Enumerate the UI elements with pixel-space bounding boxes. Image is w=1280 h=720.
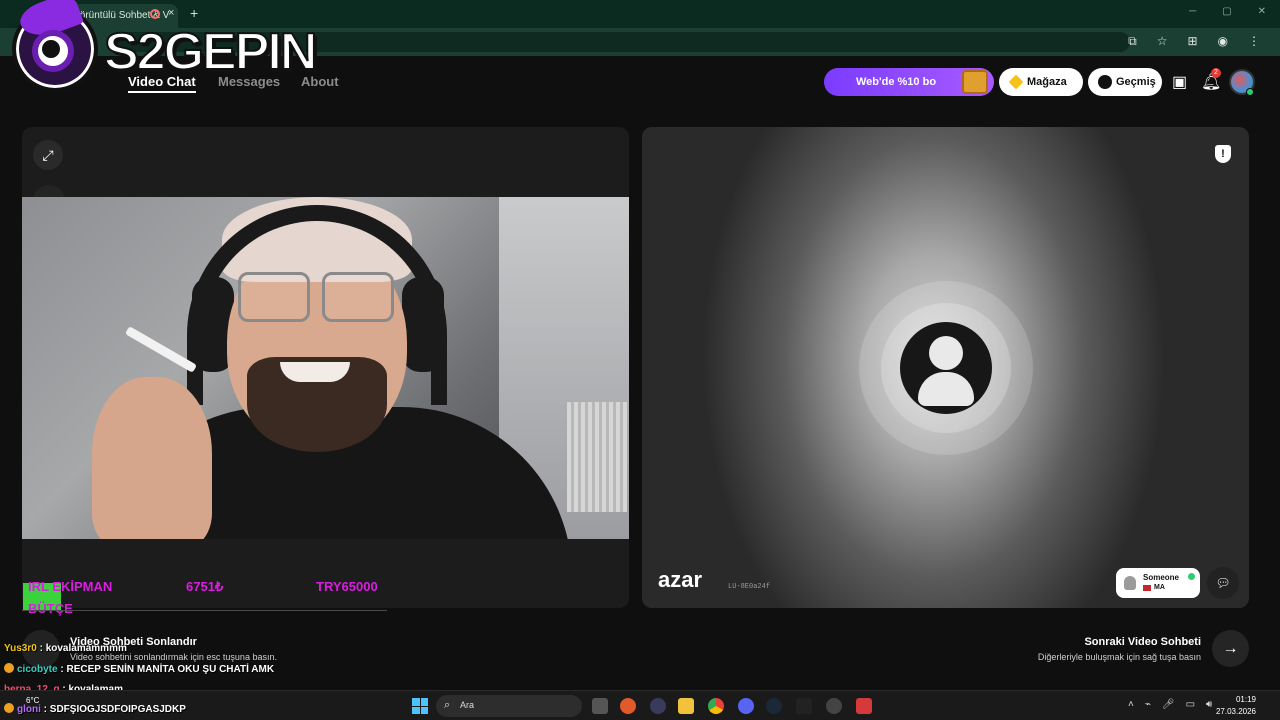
next-chat-title: Sonraki Video Sohbeti	[1084, 636, 1201, 648]
clock[interactable]: 01:19 27.03.2026	[1216, 694, 1256, 718]
azar-watermark: azar	[658, 567, 703, 592]
browser-toolbar: ⧉ ☆ ⊞ ◉ ⋮	[1128, 34, 1260, 49]
clock-time: 01:19	[1235, 695, 1256, 704]
chat-message: Yus3r0 : kovalamammmm	[4, 643, 127, 654]
person-body-shape	[918, 372, 974, 406]
person-head-shape	[929, 336, 963, 370]
promo-label: Web'de %10 bo	[856, 76, 937, 88]
history-button[interactable]: Geçmiş	[1088, 68, 1162, 96]
stranger-country: MA	[1154, 584, 1165, 591]
chrome-icon[interactable]	[708, 698, 724, 714]
app-icon[interactable]	[650, 698, 666, 714]
hud-target: TRY65000	[316, 579, 378, 594]
self-video-panel: ⤢ ✦ ☺	[22, 127, 629, 608]
task-view-icon[interactable]	[592, 698, 608, 714]
volume-icon[interactable]: 🔊︎	[1206, 699, 1212, 710]
display-icon[interactable]: ▭	[1186, 699, 1195, 710]
logo-pupil	[42, 40, 60, 58]
steam-icon[interactable]	[766, 698, 782, 714]
hud-label: IRL EKİPMAN	[28, 579, 113, 594]
next-chat-subtitle: Diğerleriyle buluşmak için sağ tuşa bası…	[1037, 652, 1201, 662]
minimize-icon[interactable]: ─	[1189, 6, 1196, 17]
chat-message: cicobyte : RECEP SENİN MANİTA OKU ŞU CHA…	[4, 663, 274, 675]
promo-banner[interactable]: Web'de %10 bo	[824, 68, 994, 96]
window-controls: ─ ▢ ✕	[1189, 6, 1266, 17]
taskbar: 6°C ⌕ Ara ˄ ⌁ 🎤︎ ▭ 🔊︎ 01:19 27.03.2026	[0, 690, 1280, 720]
search-placeholder: Ara	[460, 700, 475, 710]
stranger-info-card[interactable]: Someone MA	[1116, 568, 1200, 598]
maximize-icon[interactable]: ▢	[1222, 6, 1231, 17]
self-camera-feed	[22, 197, 629, 539]
store-label: Mağaza	[1027, 76, 1067, 88]
system-tray: ˄ ⌁ 🎤︎ ▭ 🔊︎	[1128, 699, 1212, 710]
chevron-up-icon[interactable]: ˄	[1128, 699, 1134, 710]
user-icon	[1124, 576, 1136, 590]
hud-label-2: BÜTÇE	[28, 601, 73, 616]
stranger-video-panel: ! azar LU-8E0a24f Someone MA 💬︎	[642, 127, 1249, 608]
file-explorer-icon[interactable]	[678, 698, 694, 714]
shield-icon[interactable]: !	[1215, 145, 1231, 163]
store-box-icon[interactable]: ▣	[1172, 72, 1187, 92]
online-status-dot	[1246, 88, 1254, 96]
chat-text: SDFŞIOGJSDFOIPGASJDKP	[49, 704, 186, 715]
notification-badge: 2	[1211, 68, 1221, 78]
app-icon[interactable]	[796, 698, 812, 714]
user-placeholder-icon	[900, 322, 992, 414]
glasses-lens-right	[322, 272, 394, 322]
bookmark-star-icon[interactable]: ☆	[1157, 34, 1168, 49]
new-tab-icon[interactable]: +	[190, 5, 198, 21]
chat-text: kovalamammmm	[45, 643, 127, 654]
chat-badge-icon	[4, 703, 14, 713]
glasses	[230, 272, 400, 327]
streamer-logo-text: S2GEPIN	[103, 22, 318, 82]
chat-text: RECEP SENİN MANİTA OKU ŞU CHATİ AMK	[66, 664, 275, 675]
stranger-name: Someone	[1143, 573, 1180, 582]
app-icon[interactable]	[620, 698, 636, 714]
chat-message: gloni : SDFŞIOGJSDFOIPGASJDKP	[4, 703, 186, 715]
hud-amount: 6751₺	[186, 579, 224, 594]
network-icon[interactable]: ⌁	[1145, 699, 1151, 710]
arrow-right-icon[interactable]: →	[1212, 630, 1249, 667]
hud-progress-track	[22, 610, 387, 611]
microphone-icon[interactable]: 🎤︎	[1162, 699, 1175, 710]
tab-close-icon[interactable]: ×	[168, 7, 174, 19]
taskbar-search[interactable]: ⌕ Ara	[436, 695, 582, 717]
gem-icon	[1008, 74, 1024, 90]
extensions-icon[interactable]: ⊞	[1187, 34, 1197, 49]
person-hand	[92, 377, 212, 539]
search-icon: ⌕	[444, 699, 451, 711]
history-label: Geçmiş	[1116, 76, 1156, 88]
discord-icon[interactable]	[738, 698, 754, 714]
chat-username: Yus3r0	[4, 643, 37, 654]
online-dot	[1188, 573, 1195, 580]
expand-icon[interactable]: ⤢	[33, 140, 63, 170]
store-button[interactable]: Mağaza	[999, 68, 1083, 96]
menu-icon[interactable]: ⋮	[1248, 34, 1260, 49]
chat-badge-icon	[4, 663, 14, 673]
flag-icon	[1143, 585, 1151, 591]
chat-username: gloni	[17, 704, 41, 715]
session-id: LU-8E0a24f	[728, 583, 771, 591]
obs-icon[interactable]	[826, 698, 842, 714]
window-close-icon[interactable]: ✕	[1258, 6, 1266, 17]
app-icon[interactable]	[856, 698, 872, 714]
recording-icon	[150, 9, 160, 19]
chat-username: cicobyte	[17, 664, 58, 675]
windows-start-icon[interactable]	[412, 698, 428, 714]
glasses-lens-left	[238, 272, 310, 322]
cast-icon[interactable]: ⧉	[1128, 34, 1137, 49]
treasure-chest-icon	[962, 70, 988, 94]
clock-icon	[1098, 75, 1112, 89]
chat-bubble-icon[interactable]: 💬︎	[1207, 567, 1239, 599]
profile-icon[interactable]: ◉	[1218, 34, 1228, 49]
radiator	[567, 402, 627, 512]
clock-date: 27.03.2026	[1215, 707, 1256, 716]
